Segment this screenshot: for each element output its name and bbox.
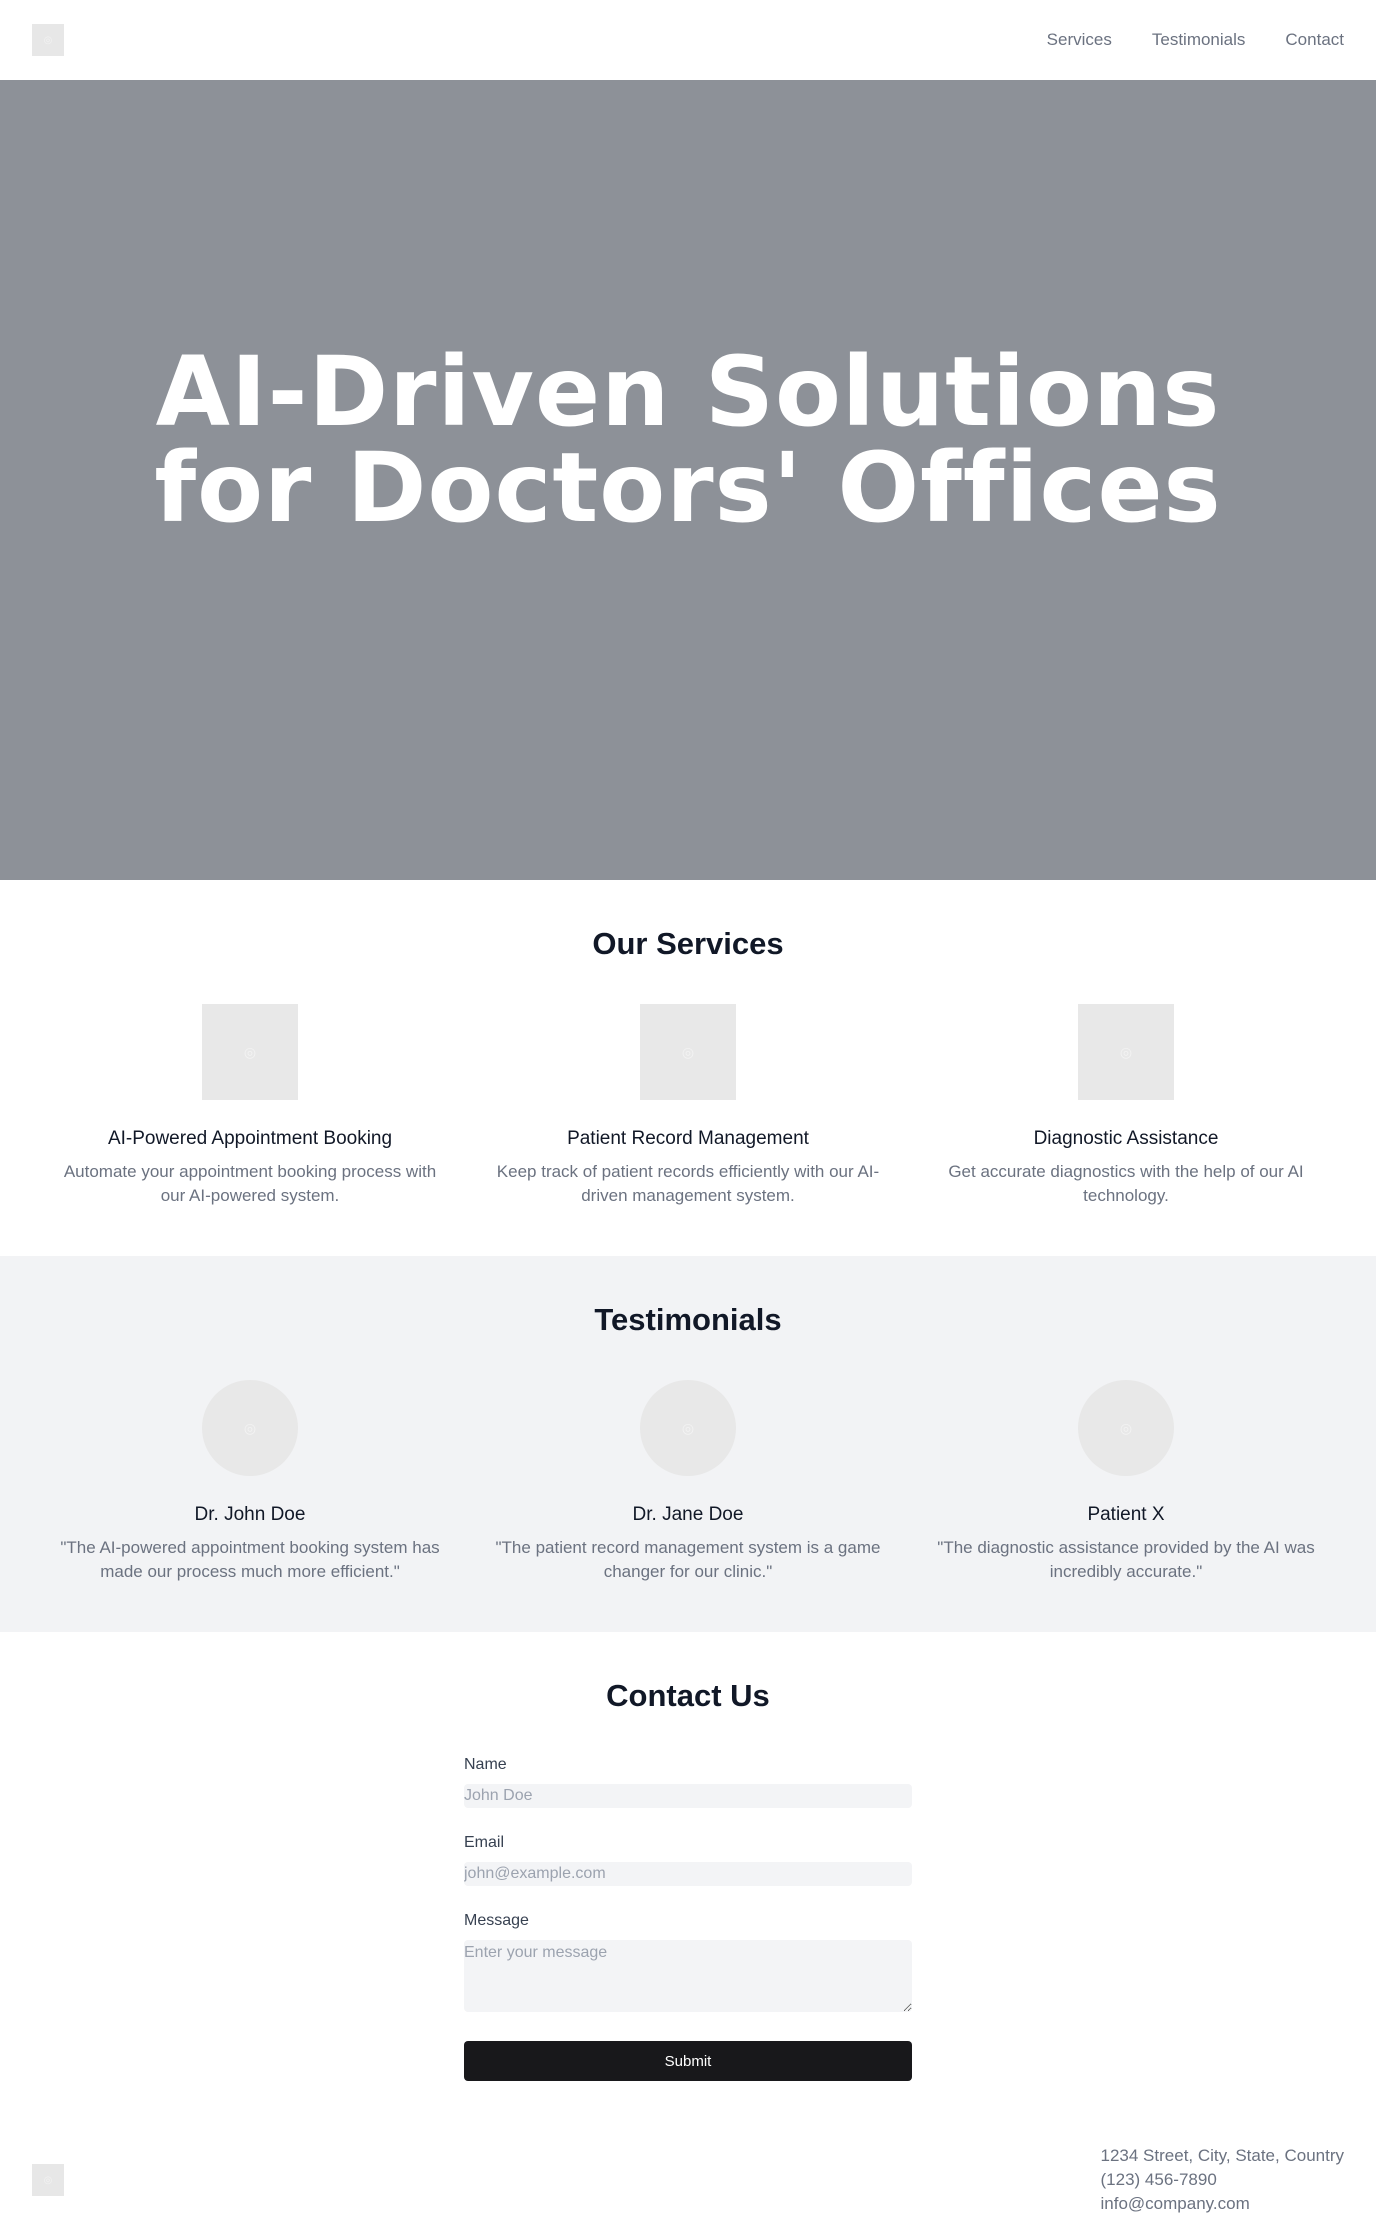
avatar-placeholder-icon: ◎ [1078, 1380, 1174, 1476]
testimonial-card: ◎ Dr. John Doe "The AI-powered appointme… [50, 1380, 450, 1584]
nav-link-testimonials[interactable]: Testimonials [1152, 30, 1246, 50]
service-description: Automate your appointment booking proces… [63, 1162, 437, 1205]
email-input[interactable] [464, 1862, 912, 1886]
testimonial-quote: "The AI-powered appointment booking syst… [60, 1538, 440, 1581]
testimonials-heading: Testimonials [594, 1302, 782, 1337]
contact-heading: Contact Us [606, 1678, 770, 1713]
email-field-group: Email [464, 1834, 912, 1886]
avatar-placeholder-icon: ◎ [640, 1380, 736, 1476]
image-placeholder-icon: ◎ [640, 1004, 736, 1100]
name-field-group: Name [464, 1756, 912, 1808]
service-title: AI-Powered Appointment Booking [107, 1128, 393, 1149]
testimonial-card: ◎ Patient X "The diagnostic assistance p… [926, 1380, 1326, 1584]
email-label: Email [464, 1834, 505, 1851]
service-title: Diagnostic Assistance [1033, 1128, 1219, 1149]
footer-contact-info: 1234 Street, City, State, Country (123) … [1101, 2144, 1344, 2216]
name-label: Name [464, 1756, 507, 1773]
avatar-placeholder-icon: ◎ [202, 1380, 298, 1476]
site-footer: ◎ 1234 Street, City, State, Country (123… [0, 2092, 1376, 2240]
services-grid: ◎ AI-Powered Appointment Booking Automat… [0, 1004, 1376, 1208]
footer-email[interactable]: info@company.com [1101, 2192, 1344, 2216]
name-input[interactable] [464, 1784, 912, 1808]
submit-button[interactable]: Submit [464, 2041, 912, 2081]
testimonial-quote: "The patient record management system is… [495, 1538, 881, 1581]
services-heading: Our Services [592, 926, 784, 961]
message-field-group: Message [464, 1912, 912, 2017]
testimonial-author: Dr. John Doe [194, 1504, 306, 1525]
testimonial-author: Patient X [1087, 1504, 1165, 1525]
logo-placeholder-icon[interactable]: ◎ [32, 24, 64, 56]
service-description: Get accurate diagnostics with the help o… [948, 1162, 1304, 1205]
message-textarea[interactable] [464, 1940, 912, 2012]
testimonials-section: Testimonials ◎ Dr. John Doe "The AI-powe… [0, 1256, 1376, 1632]
testimonial-author: Dr. Jane Doe [632, 1504, 744, 1525]
image-placeholder-icon: ◎ [202, 1004, 298, 1100]
image-placeholder-icon: ◎ [1078, 1004, 1174, 1100]
nav-link-services[interactable]: Services [1047, 30, 1112, 50]
service-card: ◎ Patient Record Management Keep track o… [488, 1004, 888, 1208]
service-card: ◎ AI-Powered Appointment Booking Automat… [50, 1004, 450, 1208]
nav-link-contact[interactable]: Contact [1285, 30, 1344, 50]
contact-section: Contact Us Name Email Message Submit [0, 1632, 1376, 2092]
site-header: ◎ Services Testimonials Contact [0, 0, 1376, 80]
service-card: ◎ Diagnostic Assistance Get accurate dia… [926, 1004, 1326, 1208]
service-title: Patient Record Management [567, 1128, 809, 1149]
service-description: Keep track of patient records efficientl… [496, 1162, 880, 1205]
services-section: Our Services ◎ AI-Powered Appointment Bo… [0, 880, 1376, 1256]
testimonial-quote: "The diagnostic assistance provided by t… [937, 1538, 1315, 1581]
hero-section: AI-Driven Solutions for Doctors' Offices [0, 80, 1376, 880]
testimonials-grid: ◎ Dr. John Doe "The AI-powered appointme… [0, 1380, 1376, 1584]
footer-address: 1234 Street, City, State, Country [1100, 2146, 1344, 2165]
hero-title: AI-Driven Solutions for Doctors' Offices [154, 336, 1222, 544]
main-nav: Services Testimonials Contact [1047, 30, 1344, 50]
contact-form: Name Email Message Submit [464, 1756, 912, 2081]
footer-phone: (123) 456-7890 [1100, 2170, 1217, 2189]
testimonial-card: ◎ Dr. Jane Doe "The patient record manag… [488, 1380, 888, 1584]
message-label: Message [464, 1912, 529, 1929]
footer-logo-placeholder-icon[interactable]: ◎ [32, 2164, 64, 2196]
